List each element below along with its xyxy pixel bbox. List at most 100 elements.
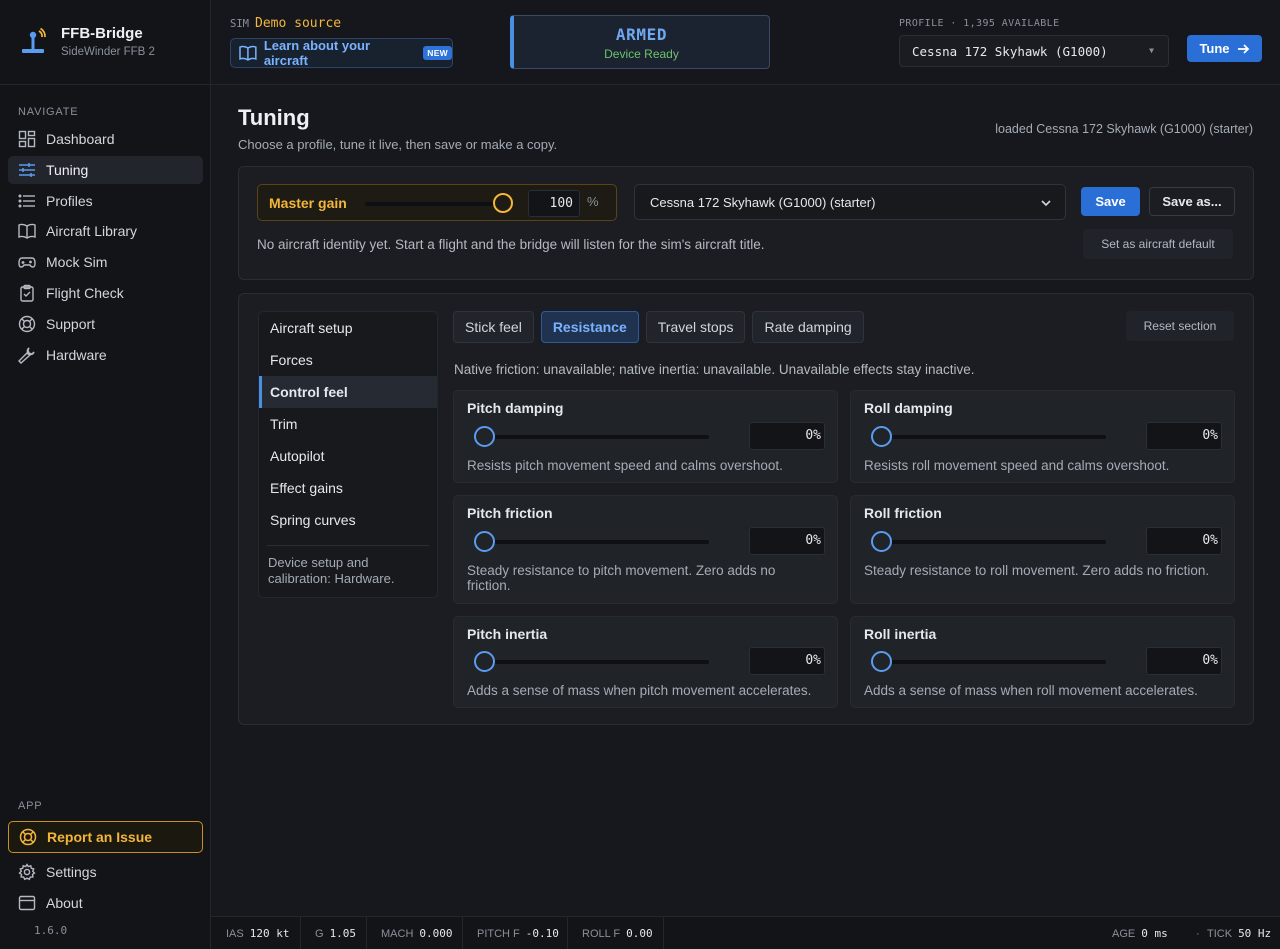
nav-label: Tuning [46, 161, 89, 178]
nav-item-flight-check[interactable]: Flight Check [8, 279, 203, 307]
roll-force-label: ROLL F [582, 927, 621, 940]
nav-label: Hardware [46, 346, 107, 363]
hardware-note: Device setup and calibration: Hardware. [268, 555, 395, 586]
pitch-damping-slider[interactable] [481, 435, 709, 439]
pitch-inertia-input[interactable]: 0% [749, 647, 825, 675]
pitch-force-value: -0.10 [525, 927, 559, 940]
card-title: Roll friction [864, 505, 942, 521]
roll-friction-slider[interactable] [878, 540, 1106, 544]
nav-item-tuning[interactable]: Tuning [8, 155, 203, 184]
card-title: Pitch inertia [467, 626, 548, 642]
roll-damping-slider[interactable] [878, 435, 1106, 439]
section-control-feel[interactable]: Control feel [259, 376, 437, 408]
section-autopilot[interactable]: Autopilot [259, 440, 437, 472]
nav-label: Settings [46, 864, 97, 880]
pitch-damping-input[interactable]: 0% [749, 422, 825, 450]
nav-item-about[interactable]: About [8, 889, 203, 917]
section-trim[interactable]: Trim [259, 408, 437, 440]
gear-icon [18, 863, 36, 881]
card-title: Roll damping [864, 400, 953, 416]
top-bar: SIM Demo source Learn about your aircraf… [211, 0, 1280, 85]
tune-button[interactable]: Tune [1187, 35, 1262, 62]
divider [462, 917, 463, 949]
profile-select-value: Cessna 172 Skyhawk (G1000) [912, 43, 1108, 59]
master-gain-control: Master gain 100 % [257, 184, 617, 221]
tab-travel-stops[interactable]: Travel stops [645, 311, 746, 343]
nav-item-mock-sim[interactable]: Mock Sim [8, 248, 203, 276]
pitch-friction-input[interactable]: 0% [749, 527, 825, 555]
master-gain-slider[interactable] [365, 202, 505, 206]
device-name: SideWinder FFB 2 [61, 46, 155, 58]
profile-select[interactable]: Cessna 172 Skyhawk (G1000) ▼ [899, 35, 1169, 67]
nav-item-support[interactable]: Support [8, 310, 203, 338]
sim-source-value: Demo source [255, 16, 342, 31]
wrench-icon [18, 347, 35, 364]
nav-item-aircraft-library[interactable]: Aircraft Library [8, 217, 203, 245]
roll-damping-input[interactable]: 0% [1146, 422, 1222, 450]
nav-item-hardware[interactable]: Hardware [8, 341, 203, 369]
roll-friction-card: Roll friction 0% Steady resistance to ro… [850, 495, 1235, 604]
sim-label: SIM [230, 18, 249, 30]
section-aircraft-setup[interactable]: Aircraft setup [259, 312, 437, 344]
nav-list: Dashboard Tuning Profiles Aircraft Libra… [8, 125, 203, 371]
report-issue-button[interactable]: Report an Issue [8, 821, 203, 853]
roll-force-readout: ROLL F 0.00 [582, 917, 653, 949]
save-button[interactable]: Save [1081, 187, 1140, 216]
learn-aircraft-label: Learn about your aircraft [263, 38, 371, 68]
clipboard-icon [20, 284, 34, 302]
profile-panel: Master gain 100 % Cessna 172 Skyhawk (G1… [238, 166, 1254, 280]
nav-label: Flight Check [46, 284, 124, 301]
age-readout: AGE 0 ms [1112, 917, 1168, 949]
profile-dropdown[interactable]: Cessna 172 Skyhawk (G1000) (starter) [634, 184, 1066, 220]
nav-label: About [46, 894, 83, 911]
nav-item-profiles[interactable]: Profiles [8, 187, 203, 215]
slider-thumb[interactable] [871, 426, 892, 447]
app-heading: APP [18, 800, 43, 812]
ias-readout: IAS 120 kt [226, 917, 289, 949]
aircraft-identity-message: No aircraft identity yet. Start a flight… [257, 237, 765, 252]
reset-section-button[interactable]: Reset section [1126, 311, 1234, 341]
pitch-inertia-slider[interactable] [481, 660, 709, 664]
nav-item-settings[interactable]: Settings [8, 858, 203, 886]
pitch-force-readout: PITCH F -0.10 [477, 917, 559, 949]
set-aircraft-default-button[interactable]: Set as aircraft default [1083, 229, 1233, 259]
tab-rate-damping[interactable]: Rate damping [752, 311, 864, 343]
roll-inertia-slider[interactable] [878, 660, 1106, 664]
section-spring-curves[interactable]: Spring curves [259, 504, 437, 536]
slider-thumb[interactable] [871, 531, 892, 552]
section-forces[interactable]: Forces [259, 344, 437, 376]
profile-dropdown-value: Cessna 172 Skyhawk (G1000) (starter) [650, 194, 876, 210]
report-issue-label: Report an Issue [47, 829, 153, 845]
age-value: 0 ms [1141, 927, 1168, 940]
slider-thumb[interactable] [474, 651, 495, 672]
tab-stick-feel[interactable]: Stick feel [453, 311, 534, 343]
app-nav-list: Settings About [8, 858, 203, 920]
roll-inertia-input[interactable]: 0% [1146, 647, 1222, 675]
stat-dot: · [1196, 927, 1200, 940]
tab-resistance[interactable]: Resistance [540, 311, 639, 343]
pitch-damping-card: Pitch damping 0% Resists pitch movement … [453, 390, 838, 483]
sliders-icon [19, 162, 35, 177]
roll-friction-input[interactable]: 0% [1146, 527, 1222, 555]
roll-damping-card: Roll damping 0% Resists roll movement sp… [850, 390, 1235, 483]
learn-aircraft-button[interactable]: Learn about your aircraft NEW [230, 38, 453, 68]
master-gain-thumb[interactable] [493, 193, 513, 213]
book-icon [18, 224, 36, 240]
profile-count: PROFILE · 1,395 AVAILABLE [899, 18, 1060, 29]
nav-item-dashboard[interactable]: Dashboard [8, 125, 203, 153]
section-effect-gains[interactable]: Effect gains [259, 472, 437, 504]
g-label: G [315, 927, 324, 940]
device-ready-text: Device Ready [604, 47, 679, 61]
master-gain-input[interactable]: 100 [528, 190, 580, 217]
divider [366, 917, 367, 949]
g-readout: G 1.05 [315, 917, 356, 949]
slider-thumb[interactable] [474, 426, 495, 447]
native-effects-message: Native friction: unavailable; native ine… [454, 362, 975, 377]
pitch-friction-slider[interactable] [481, 540, 709, 544]
slider-thumb[interactable] [474, 531, 495, 552]
app-version: 1.6.0 [34, 924, 68, 937]
save-as-button[interactable]: Save as... [1149, 187, 1235, 216]
dashboard-icon [18, 130, 36, 148]
slider-thumb[interactable] [871, 651, 892, 672]
roll-inertia-card: Roll inertia 0% Adds a sense of mass whe… [850, 616, 1235, 708]
